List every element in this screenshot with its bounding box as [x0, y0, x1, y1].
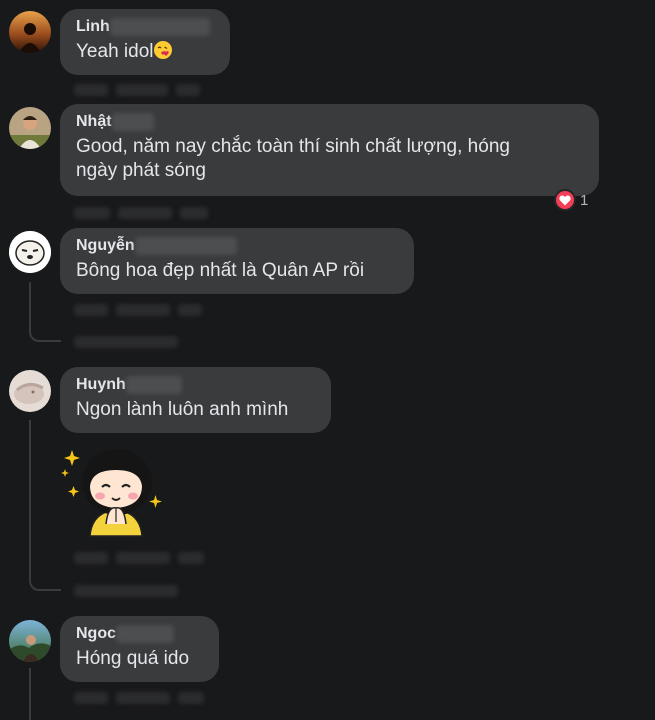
timestamp	[178, 304, 202, 316]
thread-connector	[29, 326, 61, 342]
thread-line	[29, 282, 31, 326]
timestamp	[180, 207, 208, 219]
avatar-ngoc[interactable]	[9, 620, 51, 662]
reply-link[interactable]	[118, 207, 172, 219]
comment-header: Huynh	[76, 375, 315, 395]
love-reaction-icon	[554, 189, 576, 211]
comment-header: Linh	[76, 17, 214, 37]
comment-bubble: Nhật Good, năm nay chắc toàn thí sinh ch…	[60, 104, 599, 196]
reaction-summary[interactable]: 1	[554, 189, 588, 211]
avatar-linh[interactable]	[9, 11, 51, 53]
commenter-name[interactable]: Huynh	[76, 375, 126, 395]
comment-actions	[74, 690, 204, 706]
like-link[interactable]	[74, 692, 108, 704]
avatar-image	[9, 107, 51, 149]
like-link[interactable]	[74, 84, 108, 96]
redacted-name	[116, 625, 174, 643]
replies-label	[74, 585, 178, 597]
timestamp	[176, 84, 200, 96]
comment-actions	[74, 205, 208, 221]
comment-header: Nguyễn	[76, 236, 398, 256]
commenter-name[interactable]: Linh	[76, 17, 110, 37]
view-replies-link[interactable]	[74, 583, 178, 599]
view-replies-link[interactable]	[74, 334, 178, 350]
avatar-huynh[interactable]	[9, 370, 51, 412]
commenter-name[interactable]: Ngoc	[76, 624, 116, 644]
timestamp	[178, 552, 204, 564]
timestamp	[178, 692, 204, 704]
comment-actions	[74, 82, 200, 98]
like-link[interactable]	[74, 552, 108, 564]
thread-line	[29, 420, 31, 575]
like-link[interactable]	[74, 207, 110, 219]
redacted-name	[125, 376, 182, 394]
comment-text: Yeah idol	[76, 39, 214, 65]
comment-bubble: Huynh Ngon lành luôn anh mình	[60, 367, 331, 433]
redacted-name	[111, 113, 154, 131]
avatar-image	[9, 370, 51, 412]
girl-sticker-icon[interactable]	[60, 438, 164, 538]
reply-link[interactable]	[116, 304, 170, 316]
reply-link[interactable]	[116, 552, 170, 564]
avatar-image	[9, 620, 51, 662]
avatar-nhat[interactable]	[9, 107, 51, 149]
comment-header: Nhật	[76, 112, 583, 132]
comment-text: Bông hoa đẹp nhất là Quân AP rồi	[76, 260, 365, 281]
comment-bubble: Nguyễn Bông hoa đẹp nhất là Quân AP rồi	[60, 228, 414, 294]
commenter-name[interactable]: Nguyễn	[76, 236, 135, 256]
commenter-name[interactable]: Nhật	[76, 112, 112, 132]
comment-text: Ngon lành luôn anh mình	[76, 399, 289, 420]
comment-bubble: Ngoc Hóng quá ido	[60, 616, 219, 682]
comment-text-line: ngày phát sóng	[76, 160, 206, 181]
comment-actions	[74, 550, 204, 566]
redacted-name	[109, 18, 210, 36]
comment-bubble: Linh Yeah idol	[60, 9, 230, 75]
comment-text-line: Good, năm nay chắc toàn thí sinh chất lư…	[76, 136, 510, 157]
comment-header: Ngoc	[76, 624, 203, 644]
replies-label	[74, 336, 178, 348]
avatar-nguyen[interactable]	[9, 231, 51, 273]
thread-connector	[29, 575, 61, 591]
reply-link[interactable]	[116, 84, 168, 96]
kissing-face-icon	[154, 41, 173, 59]
avatar-image	[9, 231, 51, 273]
like-link[interactable]	[74, 304, 108, 316]
redacted-name	[134, 237, 237, 255]
comment-text: Hóng quá ido	[76, 648, 190, 669]
thread-line	[29, 668, 31, 720]
avatar-image	[9, 11, 51, 53]
comment-text: Good, năm nay chắc toàn thí sinh chất lư…	[76, 134, 583, 184]
reaction-count: 1	[580, 191, 589, 209]
comment-text-content: Yeah idol	[76, 41, 154, 62]
reply-link[interactable]	[116, 692, 170, 704]
comment-actions	[74, 302, 202, 318]
